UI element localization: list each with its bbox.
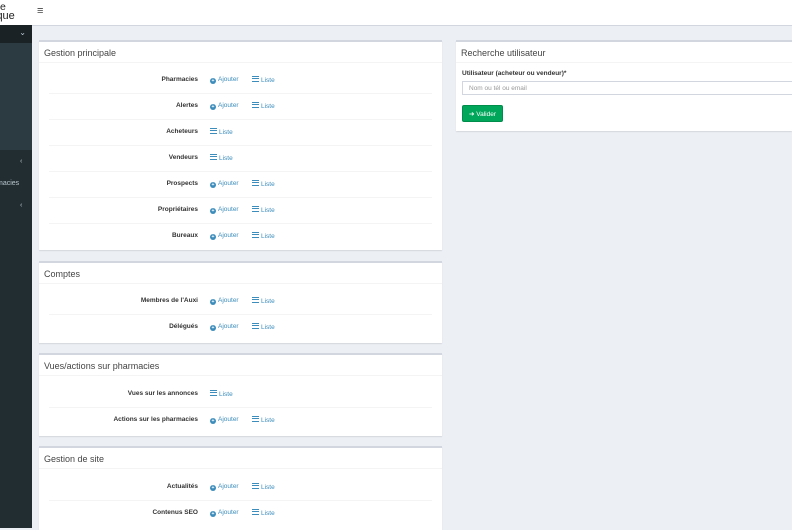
plus-circle-icon: + [210, 510, 216, 517]
app-logo[interactable]: e ique [0, 0, 32, 25]
list-icon [252, 180, 259, 186]
sidebar-item-pharmacies[interactable]: macies [0, 180, 19, 187]
list-vues-link[interactable]: Liste [210, 390, 233, 398]
table-row: Alertes + Ajouter Liste [49, 93, 432, 119]
list-icon [252, 297, 259, 303]
row-label: Prospects [166, 180, 198, 187]
plus-circle-icon: + [210, 77, 216, 84]
list-icon [252, 76, 259, 82]
list-icon [252, 232, 259, 238]
add-pharmacie-link[interactable]: + Ajouter [210, 76, 239, 84]
valider-button[interactable]: ➔ Valider [462, 105, 503, 122]
row-label: Délégués [169, 323, 198, 330]
list-icon [252, 509, 259, 515]
list-icon [252, 483, 259, 489]
row-label: Vues sur les annonces [127, 390, 198, 397]
row-label: Actions sur les pharmacies [113, 416, 198, 423]
list-delegue-link[interactable]: Liste [252, 323, 275, 331]
sidebar-user-panel[interactable]: ⌄ [0, 25, 32, 43]
list-action-link[interactable]: Liste [252, 416, 275, 424]
row-label: Vendeurs [168, 154, 198, 161]
add-delegue-link[interactable]: + Ajouter [210, 323, 239, 331]
list-vendeur-link[interactable]: Liste [210, 154, 233, 162]
table-row: Bureaux + Ajouter Liste [49, 223, 432, 249]
box-vues-actions: Vues/actions sur pharmacies Vues sur les… [39, 353, 442, 436]
table-row: Contenus SEO + Ajouter Liste [49, 500, 432, 526]
row-label: Pharmacies [161, 76, 199, 83]
table-row: Propriétaires + Ajouter Liste [49, 197, 432, 223]
box-title: Gestion principale [39, 42, 442, 63]
table-row: Membres de l'Auxi + Ajouter Liste [49, 289, 432, 314]
add-actualite-link[interactable]: + Ajouter [210, 483, 239, 491]
table-row: Actions sur les pharmacies + Ajouter List… [49, 407, 432, 433]
chevron-left-icon[interactable]: ‹ [20, 202, 22, 209]
row-label: Bureaux [171, 232, 198, 239]
list-icon [252, 323, 259, 329]
row-label: Propriétaires [157, 206, 198, 213]
search-field-label: Utilisateur (acheteur ou vendeur)* [462, 70, 567, 77]
search-input[interactable] [462, 81, 792, 95]
add-prospect-link[interactable]: + Ajouter [210, 180, 239, 188]
sidebar-submenu [0, 43, 32, 150]
plus-circle-icon: + [210, 417, 216, 424]
table-row: Délégués + Ajouter Liste [49, 314, 432, 340]
add-bureau-link[interactable]: + Ajouter [210, 232, 239, 240]
menu-toggle-icon[interactable]: ≡ [37, 5, 43, 17]
list-bureau-link[interactable]: Liste [252, 232, 275, 240]
plus-circle-icon: + [210, 298, 216, 305]
plus-circle-icon: + [210, 324, 216, 331]
list-icon [252, 416, 259, 422]
add-action-link[interactable]: + Ajouter [210, 416, 239, 424]
table-row: Acheteurs Liste [49, 119, 432, 145]
plus-circle-icon: + [210, 233, 216, 240]
list-proprietaire-link[interactable]: Liste [252, 206, 275, 214]
list-actualite-link[interactable]: Liste [252, 483, 275, 491]
box-title: Gestion de site [39, 448, 442, 469]
list-seo-link[interactable]: Liste [252, 509, 275, 517]
box-recherche-utilisateur: Recherche utilisateur Utilisateur (achet… [456, 40, 792, 131]
plus-circle-icon: + [210, 181, 216, 188]
plus-circle-icon: + [210, 103, 216, 110]
logo-line-2: ique [0, 10, 15, 22]
plus-circle-icon: + [210, 484, 216, 491]
box-title: Vues/actions sur pharmacies [39, 355, 442, 376]
list-icon [252, 102, 259, 108]
add-seo-link[interactable]: + Ajouter [210, 509, 239, 517]
list-icon [210, 128, 217, 134]
table-row: Vues sur les annonces Liste [49, 382, 432, 407]
table-row: Prospects + Ajouter Liste [49, 171, 432, 197]
box-title: Recherche utilisateur [456, 42, 792, 63]
list-icon [210, 390, 217, 396]
list-alerte-link[interactable]: Liste [252, 102, 275, 110]
row-label: Actualités [166, 483, 198, 490]
add-alerte-link[interactable]: + Ajouter [210, 102, 239, 110]
list-membre-link[interactable]: Liste [252, 297, 275, 305]
table-row: Vendeurs Liste [49, 145, 432, 171]
table-row: Pharmacies + Ajouter Liste [49, 68, 432, 93]
row-label: Contenus SEO [152, 509, 198, 516]
add-membre-link[interactable]: + Ajouter [210, 297, 239, 305]
chevron-down-icon: ⌄ [19, 28, 26, 37]
plus-circle-icon: + [210, 207, 216, 214]
box-comptes: Comptes Membres de l'Auxi + Ajouter Liste… [39, 261, 442, 343]
chevron-left-icon[interactable]: ‹ [20, 158, 22, 165]
arrow-right-icon: ➔ [468, 110, 475, 118]
list-prospect-link[interactable]: Liste [252, 180, 275, 188]
row-label: Acheteurs [166, 128, 198, 135]
sidebar: e ique ⌄ ‹ macies ‹ [0, 0, 32, 528]
box-title: Comptes [39, 263, 442, 284]
list-icon [210, 154, 217, 160]
box-gestion-principale: Gestion principale Pharmacies + Ajouter L… [39, 40, 442, 250]
box-gestion-site: Gestion de site Actualités + Ajouter List… [39, 446, 442, 530]
list-icon [252, 206, 259, 212]
add-proprietaire-link[interactable]: + Ajouter [210, 206, 239, 214]
row-label: Alertes [175, 102, 198, 109]
row-label: Membres de l'Auxi [140, 297, 198, 304]
list-pharmacie-link[interactable]: Liste [252, 76, 275, 84]
top-navbar: ≡ [32, 0, 792, 26]
list-acheteur-link[interactable]: Liste [210, 128, 233, 136]
table-row: Actualités + Ajouter Liste [49, 475, 432, 500]
